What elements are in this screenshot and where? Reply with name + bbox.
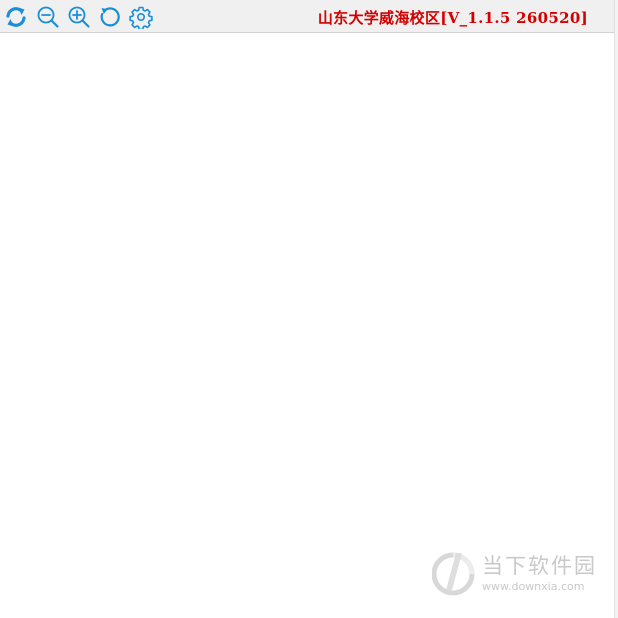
zoom-out-icon [37, 6, 59, 28]
viewer-canvas[interactable] [0, 34, 614, 618]
rotate-button[interactable] [98, 5, 122, 29]
window-right-border [614, 0, 618, 618]
gear-icon [129, 6, 153, 29]
zoom-out-button[interactable] [36, 5, 60, 29]
app-window: 山东大学威海校区[V_1.1.5 260520] 当下软件园 www.downx… [0, 0, 618, 618]
watermark-url: www.downxia.com [482, 580, 585, 593]
toolbar: 山东大学威海校区[V_1.1.5 260520] [0, 0, 614, 33]
zoom-in-icon [68, 6, 90, 28]
settings-button[interactable] [129, 5, 153, 29]
refresh-button[interactable] [4, 5, 28, 29]
app-title: 山东大学威海校区[V_1.1.5 260520] [317, 9, 588, 27]
downxia-logo-icon [432, 552, 475, 596]
zoom-in-button[interactable] [67, 5, 91, 29]
watermark-title: 当下软件园 [482, 554, 597, 578]
watermark: 当下软件园 www.downxia.com [432, 548, 602, 600]
rotate-icon [100, 7, 120, 27]
refresh-icon [6, 7, 26, 27]
